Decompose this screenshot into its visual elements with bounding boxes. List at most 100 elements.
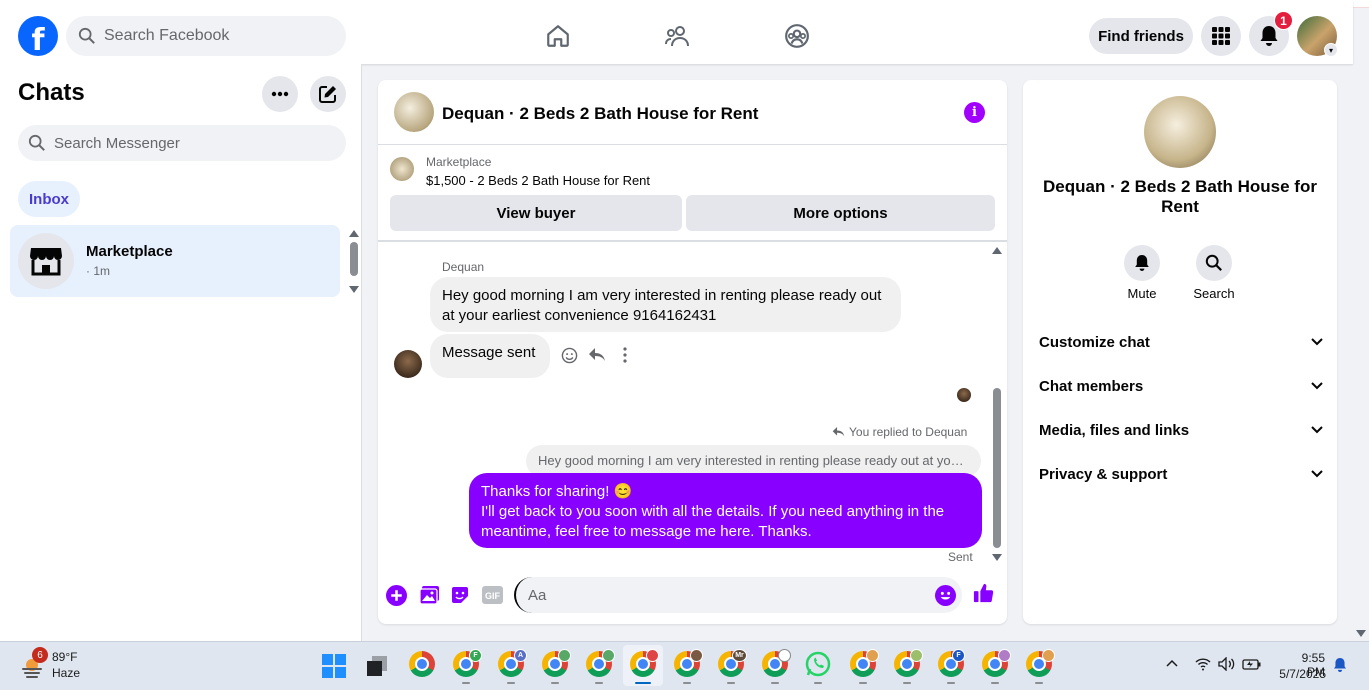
emoji-icon[interactable] <box>934 584 956 606</box>
conversation-scroll-down-arrow[interactable] <box>992 554 1002 561</box>
groups-icon[interactable] <box>781 20 813 52</box>
more-vertical-icon[interactable] <box>616 346 634 364</box>
home-icon[interactable] <box>542 20 574 52</box>
mute-label: Mute <box>1127 286 1157 301</box>
running-indicator-active <box>635 682 651 684</box>
replied-label-text: You replied to Dequan <box>849 425 968 439</box>
message-status: Sent <box>948 550 973 564</box>
chevron-up-icon[interactable] <box>1166 659 1178 667</box>
new-message-button[interactable] <box>310 76 346 112</box>
conversation-avatar[interactable] <box>394 92 434 132</box>
sender-avatar[interactable] <box>394 350 422 378</box>
gif-label: GIF <box>485 591 501 601</box>
section-label: Chat members <box>1039 377 1144 395</box>
find-friends-button[interactable]: Find friends <box>1089 18 1193 54</box>
running-indicator <box>814 682 822 684</box>
sidebar-scroll-down-arrow[interactable] <box>349 286 359 293</box>
sidebar-scroll-up-arrow[interactable] <box>349 230 359 237</box>
outgoing-message-bubble[interactable]: Thanks for sharing! 😊 I'll get back to y… <box>469 473 982 548</box>
task-view-icon[interactable] <box>366 655 388 677</box>
replied-label: You replied to Dequan <box>832 425 967 439</box>
details-title: Dequan · 2 Beds 2 Bath House for Rent <box>1043 177 1317 216</box>
compose-icon <box>319 86 336 103</box>
profile-badge-avatar <box>690 649 703 662</box>
battery-icon[interactable] <box>1242 657 1262 671</box>
message-input[interactable]: Aa <box>514 577 962 613</box>
running-indicator <box>462 682 470 684</box>
chevron-down-icon <box>1311 426 1323 434</box>
grid-icon <box>1212 27 1230 45</box>
chevron-down-icon[interactable]: ▾ <box>1324 43 1338 57</box>
messenger-search-input[interactable]: Search Messenger <box>18 125 346 161</box>
chevron-down-icon <box>1311 382 1323 390</box>
search-icon <box>28 134 45 151</box>
windows-start-icon[interactable] <box>322 654 346 678</box>
react-emoji-icon[interactable] <box>560 346 578 364</box>
plus-icon[interactable] <box>385 584 407 606</box>
details-avatar[interactable] <box>1144 96 1216 168</box>
running-indicator <box>903 682 911 684</box>
facebook-search-bar[interactable]: Search Facebook <box>66 16 346 56</box>
running-indicator <box>1035 682 1043 684</box>
sticker-icon[interactable] <box>449 584 471 606</box>
customize-chat-row[interactable]: Customize chat <box>1039 330 1323 354</box>
divider <box>378 240 1007 242</box>
conversation-title[interactable]: Dequan · 2 Beds 2 Bath House for Rent <box>442 104 758 124</box>
profile-badge: F <box>952 649 965 662</box>
chrome-icon[interactable] <box>409 651 435 677</box>
running-indicator <box>771 682 779 684</box>
clock-date[interactable]: 5/7/2025 <box>1274 667 1326 681</box>
marketplace-avatar <box>18 233 74 289</box>
thumbs-up-icon[interactable] <box>973 582 995 604</box>
conversation-scroll-up-arrow[interactable] <box>992 247 1002 254</box>
search-label: Search <box>1193 286 1235 301</box>
message-input-placeholder: Aa <box>528 586 547 604</box>
inbox-filter-tab[interactable]: Inbox <box>18 181 80 217</box>
profile-badge-avatar <box>646 649 659 662</box>
profile-badge-avatar <box>998 649 1011 662</box>
profile-badge-avatar <box>866 649 879 662</box>
weather-temperature: 89°F <box>52 650 78 664</box>
page-scroll-down-arrow[interactable] <box>1356 630 1366 637</box>
bell-icon <box>1260 26 1278 46</box>
listing-thumbnail <box>390 157 414 181</box>
running-indicator <box>507 682 515 684</box>
search-conversation-button[interactable] <box>1196 245 1232 281</box>
privacy-support-row[interactable]: Privacy & support <box>1039 462 1323 486</box>
outgoing-message-line: I'll get back to you soon with all the d… <box>481 503 945 540</box>
info-icon[interactable]: i <box>964 102 985 123</box>
running-indicator <box>947 682 955 684</box>
sidebar-scrollbar[interactable] <box>350 242 358 276</box>
running-indicator <box>859 682 867 684</box>
weather-condition: Haze <box>52 666 81 680</box>
weather-badge: 6 <box>32 647 48 663</box>
friends-icon[interactable] <box>662 20 694 52</box>
section-label: Media, files and links <box>1039 421 1190 439</box>
outgoing-message-line: Thanks for sharing! 😊 <box>481 483 633 500</box>
seen-indicator-avatar <box>957 388 971 402</box>
running-indicator <box>727 682 735 684</box>
notification-bell-icon[interactable] <box>1333 657 1347 673</box>
view-buyer-button[interactable]: View buyer <box>390 195 682 231</box>
chat-options-button[interactable] <box>262 76 298 112</box>
listing-title[interactable]: $1,500 - 2 Beds 2 Bath House for Rent <box>426 173 650 188</box>
profile-badge-avatar <box>910 649 923 662</box>
volume-icon[interactable] <box>1218 657 1236 671</box>
menu-grid-button[interactable] <box>1201 16 1241 56</box>
incoming-message-bubble[interactable]: Hey good morning I am very interested in… <box>430 277 901 332</box>
wifi-icon[interactable] <box>1195 657 1211 671</box>
search-icon <box>78 27 95 44</box>
conversation-scrollbar[interactable] <box>993 388 1001 548</box>
incoming-message-bubble[interactable]: Message sent <box>430 334 550 378</box>
reply-icon[interactable] <box>588 346 606 364</box>
more-options-button[interactable]: More options <box>686 195 995 231</box>
running-indicator <box>551 682 559 684</box>
gif-icon[interactable]: GIF <box>481 584 503 606</box>
facebook-logo[interactable]: f <box>18 16 58 56</box>
running-indicator <box>595 682 603 684</box>
media-files-links-row[interactable]: Media, files and links <box>1039 418 1323 442</box>
mute-button[interactable] <box>1124 245 1160 281</box>
photo-icon[interactable] <box>418 584 440 606</box>
whatsapp-icon[interactable] <box>805 651 831 677</box>
chat-members-row[interactable]: Chat members <box>1039 374 1323 398</box>
